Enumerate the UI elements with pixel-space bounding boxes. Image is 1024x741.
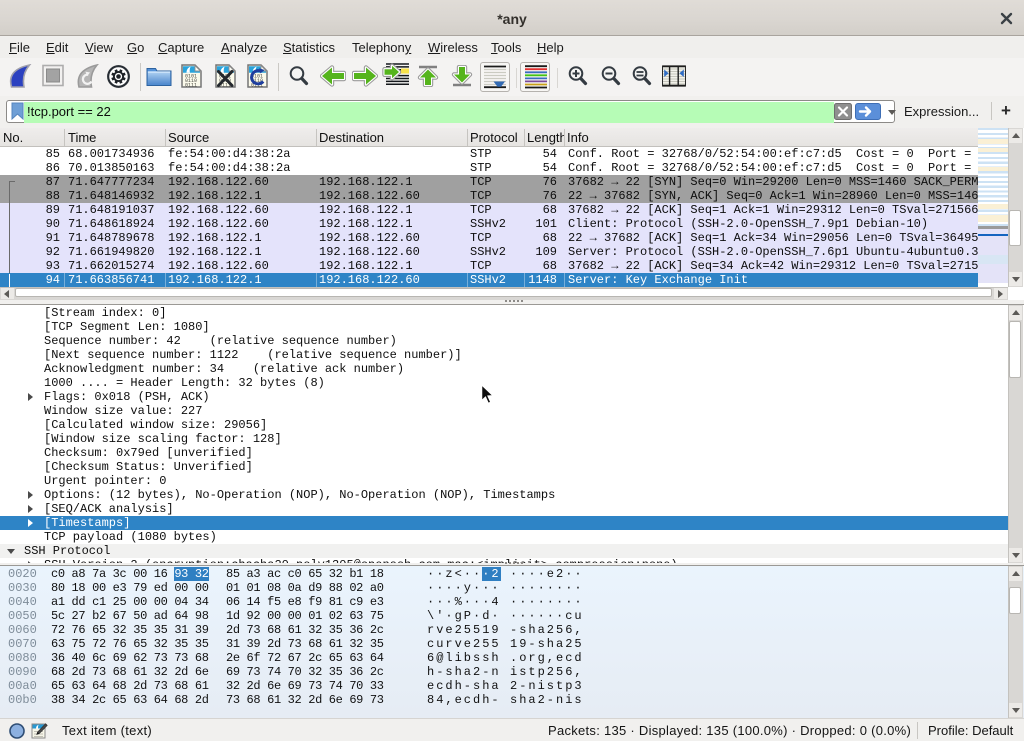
svg-text:0111: 0111 [185, 83, 197, 89]
